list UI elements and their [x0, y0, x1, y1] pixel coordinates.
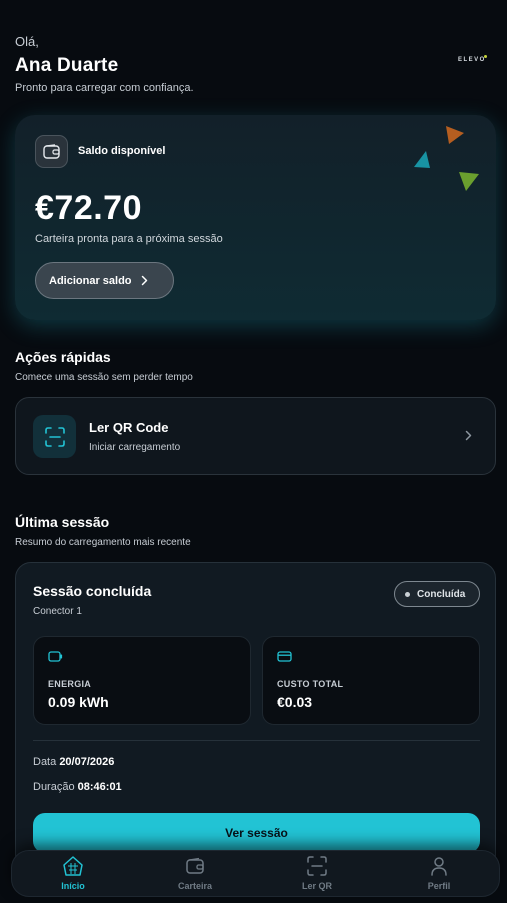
greeting-hello: Olá,	[15, 34, 39, 49]
duration-label: Duração	[33, 781, 75, 793]
bottom-nav: Início Carteira Ler QR Perfil	[11, 850, 500, 897]
energy-label: ENERGIA	[48, 679, 92, 689]
decorative-triangle-teal	[414, 151, 430, 168]
cost-label: CUSTO TOTAL	[277, 679, 344, 689]
credit-card-icon	[277, 651, 292, 662]
cost-value: €0.03	[277, 694, 313, 710]
add-balance-button[interactable]: Adicionar saldo	[35, 262, 174, 299]
chevron-right-icon	[141, 275, 148, 286]
last-session-card: Sessão concluída Conector 1 Concluída EN…	[15, 562, 496, 892]
session-duration: Duração 08:46:01	[33, 781, 122, 793]
nav-label-scan-qr: Ler QR	[301, 881, 332, 891]
scan-qr-subtitle: Iniciar carregamento	[89, 442, 181, 453]
wallet-balance: €72.70	[35, 189, 142, 227]
nav-item-scan-qr[interactable]: Ler QR	[256, 851, 378, 898]
cost-metric: CUSTO TOTAL €0.03	[262, 636, 480, 725]
energy-metric: ENERGIA 0.09 kWh	[33, 636, 251, 725]
status-dot	[405, 591, 410, 597]
add-balance-label: Adicionar saldo	[49, 274, 132, 287]
wallet-title: Saldo disponível	[78, 145, 166, 157]
session-date: Data 20/07/2026	[33, 756, 114, 768]
nav-label-profile: Perfil	[427, 881, 451, 891]
status-badge: Concluída	[394, 581, 480, 607]
view-session-button[interactable]: Ver sessão	[33, 813, 480, 853]
scan-qr-title: Ler QR Code	[89, 420, 169, 435]
home-screen: Olá, Ana Duarte Pronto para carregar com…	[0, 0, 507, 903]
brand-logo: ELEVO	[458, 57, 486, 63]
decorative-triangle-orange	[446, 126, 464, 144]
decorative-triangle-green	[459, 172, 479, 191]
qr-scan-icon	[307, 855, 327, 877]
quick-actions-title: Ações rápidas	[15, 349, 111, 365]
nav-item-home[interactable]: Início	[12, 851, 134, 898]
last-session-title: Última sessão	[15, 514, 110, 530]
wallet-icon	[35, 135, 68, 168]
divider	[33, 740, 480, 741]
wallet-icon	[185, 855, 205, 877]
greeting-subtitle: Pronto para carregar com confiança.	[15, 82, 194, 94]
quick-actions-subtitle: Comece uma sessão sem perder tempo	[15, 372, 193, 383]
qr-scan-icon	[33, 415, 76, 458]
nav-label-home: Início	[61, 881, 85, 891]
wallet-subtitle: Carteira pronta para a próxima sessão	[35, 233, 223, 245]
session-title: Sessão concluída	[33, 583, 152, 599]
user-name: Ana Duarte	[15, 55, 119, 76]
nav-label-wallet: Carteira	[177, 881, 213, 891]
chevron-right-icon	[465, 430, 472, 441]
date-label: Data	[33, 756, 57, 768]
nav-item-profile[interactable]: Perfil	[378, 851, 500, 898]
session-connector: Conector 1	[33, 606, 82, 617]
last-session-subtitle: Resumo do carregamento mais recente	[15, 537, 191, 548]
battery-icon	[48, 651, 63, 662]
scan-qr-card[interactable]: Ler QR Code Iniciar carregamento	[15, 397, 496, 475]
date-value: 20/07/2026	[59, 756, 115, 768]
nav-item-wallet[interactable]: Carteira	[134, 851, 256, 898]
status-badge-label: Concluída	[417, 588, 466, 600]
home-icon	[62, 855, 84, 877]
brand-logo-dot	[484, 55, 487, 58]
duration-value: 08:46:01	[77, 781, 122, 793]
wallet-card: Saldo disponível €72.70 Carteira pronta …	[15, 115, 496, 320]
energy-value: 0.09 kWh	[48, 694, 109, 710]
user-icon	[429, 855, 449, 877]
